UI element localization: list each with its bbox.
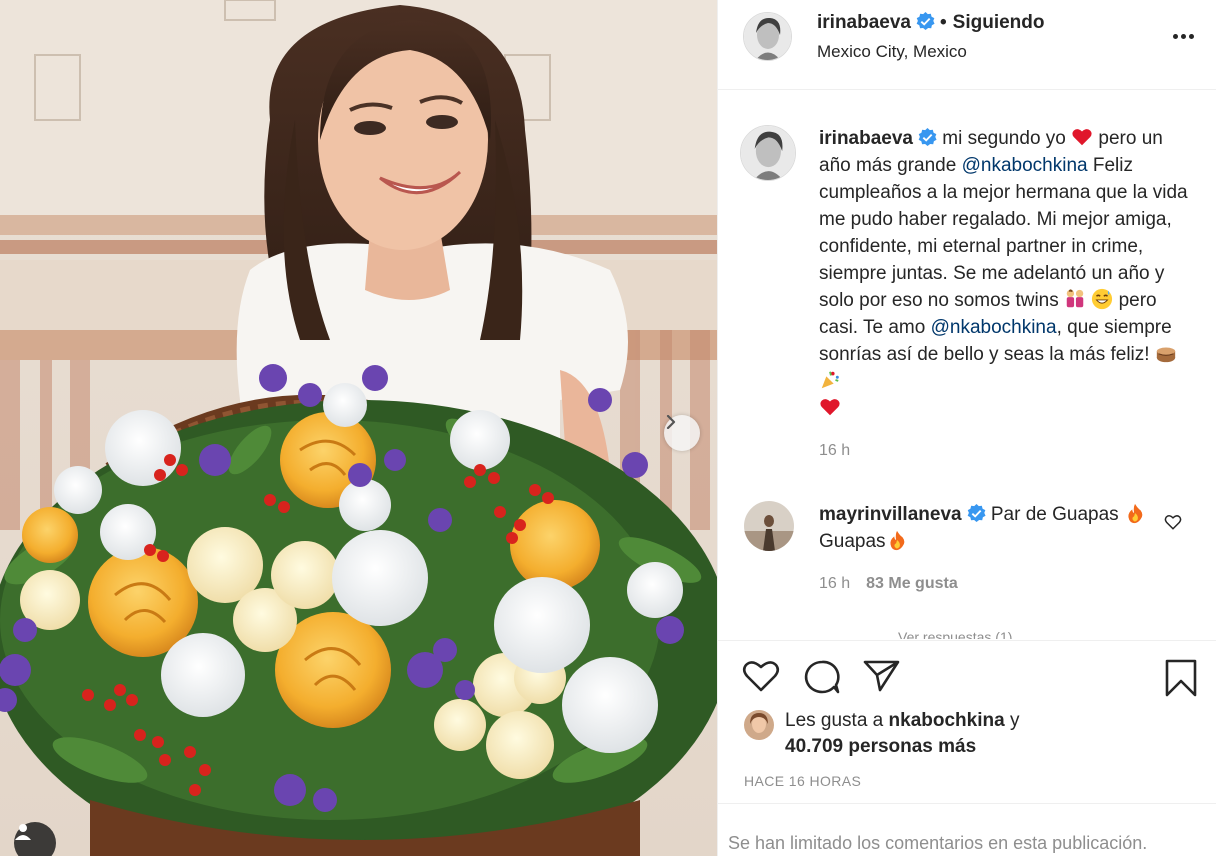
comments-section: irinabaeva mi segundo yo pero un año más…: [718, 91, 1216, 639]
share-icon[interactable]: [863, 659, 901, 693]
post-timestamp[interactable]: HACE 16 HORAS: [744, 773, 861, 789]
fire-emoji-icon: [1128, 503, 1143, 524]
red-heart-emoji-icon: [1072, 129, 1092, 146]
action-bar: [718, 640, 1216, 704]
likes-text: Les gusta a nkabochkina y 40.709 persona…: [785, 710, 1020, 757]
bookmark-icon[interactable]: [1164, 659, 1198, 697]
author-avatar[interactable]: [743, 12, 792, 61]
fire-emoji-icon: [889, 530, 904, 551]
separator-dot: •: [940, 12, 947, 33]
like-comment-heart-icon[interactable]: [1164, 513, 1182, 531]
caption-author-avatar[interactable]: [740, 125, 796, 181]
comment-likes[interactable]: 83 Me gusta: [866, 575, 958, 592]
caption-time[interactable]: 16 h: [819, 442, 850, 460]
commenter-avatar[interactable]: [744, 501, 794, 551]
cake-emoji-icon: [1156, 347, 1175, 363]
two-women-emoji-icon: [1066, 289, 1084, 308]
commenter-username[interactable]: mayrinvillaneva: [819, 504, 962, 525]
next-arrow-icon: [666, 415, 676, 429]
liker-avatar[interactable]: [744, 710, 774, 740]
follow-status-button[interactable]: Siguiendo: [953, 12, 1045, 33]
post-header: irinabaeva • Siguiendo Mexico City, Mexico: [718, 0, 1216, 90]
more-icon: [1173, 34, 1178, 39]
verified-badge-icon: [916, 12, 935, 31]
post-photo[interactable]: [0, 0, 717, 856]
user-tag-button[interactable]: [14, 822, 56, 856]
mention-link[interactable]: @nkabochkina: [931, 317, 1057, 338]
flower-basket-photo: [0, 0, 717, 856]
caption-text: irinabaeva mi segundo yo pero un año más…: [819, 125, 1194, 422]
caption-username[interactable]: irinabaeva: [819, 128, 913, 149]
author-username[interactable]: irinabaeva: [817, 12, 911, 33]
view-replies-link[interactable]: Ver respuestas (1): [898, 629, 1048, 639]
comment-meta: 16 h 83 Me gusta: [819, 575, 958, 593]
comments-limited-notice: Se han limitado los comentarios en esta …: [718, 803, 1216, 856]
party-popper-emoji-icon: [821, 371, 839, 389]
post-sidebar: irinabaeva • Siguiendo Mexico City, Mexico…: [717, 0, 1216, 856]
mention-link[interactable]: @nkabochkina: [962, 155, 1088, 176]
next-photo-button[interactable]: [664, 415, 700, 451]
grinning-sweat-emoji-icon: [1092, 288, 1113, 310]
verified-badge-icon: [918, 128, 937, 147]
liker-username[interactable]: nkabochkina: [889, 710, 1005, 731]
heart-icon[interactable]: [742, 659, 780, 693]
comment-time[interactable]: 16 h: [819, 575, 850, 592]
more-options-button[interactable]: [1173, 34, 1194, 39]
user-tag-icon: [15, 824, 31, 840]
likes-count[interactable]: 40.709 personas más: [785, 736, 976, 757]
comment-icon[interactable]: [803, 659, 841, 695]
post-location[interactable]: Mexico City, Mexico: [817, 42, 967, 62]
red-heart-emoji-icon: [820, 399, 840, 416]
comment-text: mayrinvillaneva Par de Guapas Guapas: [819, 501, 1149, 555]
verified-badge-icon: [967, 504, 986, 523]
